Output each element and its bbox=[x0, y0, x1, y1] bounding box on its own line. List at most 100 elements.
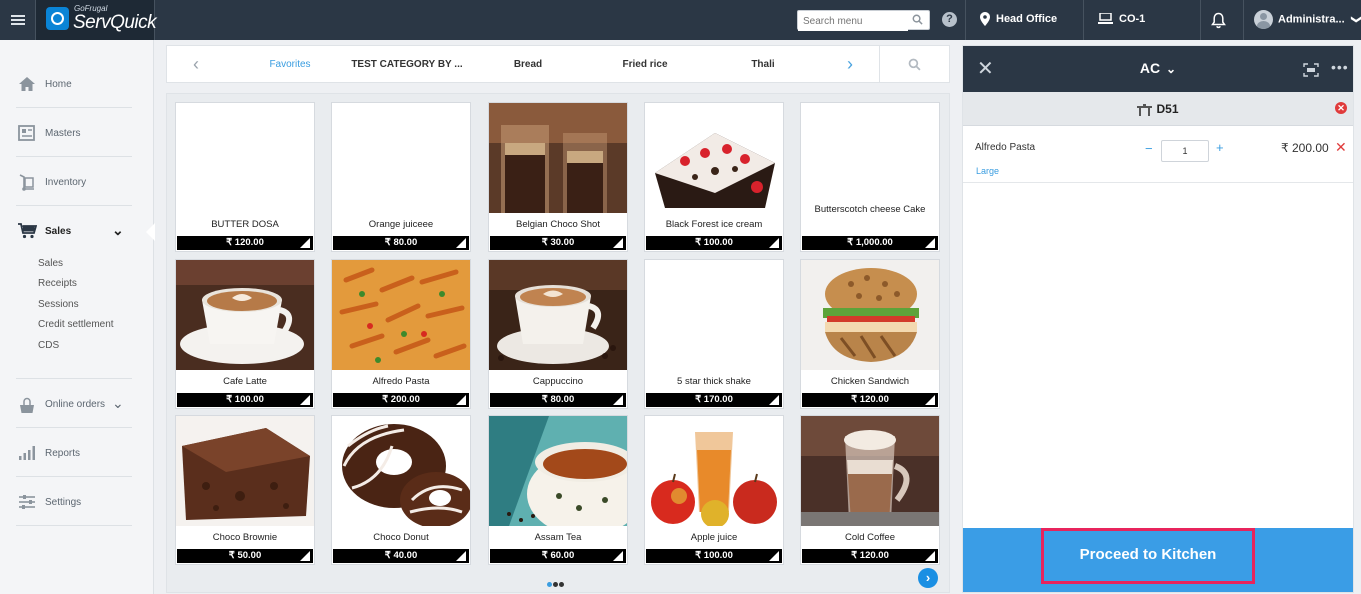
product-image bbox=[332, 416, 470, 526]
category-bar: ‹ Favorites TEST CATEGORY BY ... Bread F… bbox=[166, 45, 950, 83]
sidebar-subitem-sessions[interactable]: Sessions bbox=[38, 299, 79, 310]
product-image bbox=[801, 260, 939, 370]
chevron-down-icon: ❯ bbox=[1350, 15, 1361, 25]
sidebar: Home Masters Inventory Sales ⌄ Sales Rec… bbox=[0, 40, 154, 594]
product-card[interactable]: Belgian Choco Shot ₹ 30.00 bbox=[488, 102, 628, 252]
sidebar-subitem-cds[interactable]: CDS bbox=[38, 340, 59, 351]
search-icon[interactable] bbox=[912, 14, 923, 25]
sidebar-item-settings[interactable]: Settings bbox=[16, 478, 132, 526]
remove-table-icon[interactable]: ✕ bbox=[1335, 102, 1347, 114]
sidebar-item-online-orders[interactable]: Online orders ⌄ bbox=[16, 380, 132, 428]
product-card[interactable]: Orange juiceee ₹ 80.00 bbox=[331, 102, 471, 252]
qty-increase-button[interactable]: + bbox=[1216, 140, 1224, 155]
product-price: ₹ 100.00 bbox=[646, 236, 782, 250]
sidebar-item-inventory[interactable]: Inventory bbox=[16, 158, 132, 206]
sidebar-subitem-sales[interactable]: Sales bbox=[38, 258, 63, 269]
menu-search[interactable] bbox=[797, 10, 930, 31]
sidebar-item-label: Sales bbox=[45, 226, 72, 237]
app-logo[interactable]: GoFrugal ServQuick bbox=[36, 0, 157, 40]
help-icon[interactable]: ? bbox=[942, 12, 957, 27]
order-panel-header: ✕ AC ⌄ ••• bbox=[963, 46, 1353, 92]
product-card[interactable]: Cafe Latte ₹ 100.00 bbox=[175, 259, 315, 409]
menu-toggle-button[interactable] bbox=[0, 0, 36, 40]
location-selector[interactable]: Head Office bbox=[980, 12, 1057, 26]
line-item-price: ₹ 200.00 bbox=[1281, 141, 1329, 155]
product-name: Butterscotch cheese Cake bbox=[814, 204, 926, 215]
product-card[interactable]: Choco Donut ₹ 40.00 bbox=[331, 415, 471, 565]
sidebar-subitem-receipts[interactable]: Receipts bbox=[38, 278, 77, 289]
grid-pagination[interactable] bbox=[547, 574, 565, 592]
product-card[interactable]: Black Forest ice cream ₹ 100.00 bbox=[644, 102, 784, 252]
product-card[interactable]: Chicken Sandwich ₹ 120.00 bbox=[800, 259, 940, 409]
product-card[interactable]: 5 star thick shake ₹ 170.00 bbox=[644, 259, 784, 409]
sidebar-item-masters[interactable]: Masters bbox=[16, 109, 132, 157]
proceed-to-kitchen-button[interactable]: Proceed to Kitchen bbox=[1041, 528, 1255, 584]
product-image bbox=[332, 260, 470, 370]
menu-search-input[interactable] bbox=[798, 12, 908, 31]
category-prev-button[interactable]: ‹ bbox=[193, 54, 199, 75]
product-price: ₹ 170.00 bbox=[646, 393, 782, 407]
sidebar-item-label: Home bbox=[45, 79, 72, 90]
location-label: Head Office bbox=[996, 12, 1058, 25]
table-label: D51 bbox=[963, 102, 1353, 116]
page-dot[interactable] bbox=[553, 582, 558, 587]
product-card[interactable]: Cappuccino ₹ 80.00 bbox=[488, 259, 628, 409]
counter-selector[interactable]: CO-1 bbox=[1098, 12, 1145, 25]
product-name: Alfredo Pasta bbox=[372, 376, 430, 387]
quantity-stepper[interactable] bbox=[1161, 140, 1209, 162]
product-price: ₹ 80.00 bbox=[333, 236, 469, 250]
product-price: ₹ 120.00 bbox=[177, 236, 313, 250]
product-card[interactable]: Assam Tea ₹ 60.00 bbox=[488, 415, 628, 565]
product-image bbox=[489, 103, 627, 213]
tab-fried-rice[interactable]: Fried rice bbox=[605, 59, 685, 70]
sidebar-item-sales[interactable]: Sales ⌄ bbox=[16, 207, 132, 255]
notification-bell-icon[interactable] bbox=[1211, 12, 1226, 29]
scan-icon[interactable] bbox=[1303, 63, 1319, 77]
product-price: ₹ 120.00 bbox=[802, 549, 938, 563]
product-name: Orange juiceee bbox=[368, 219, 434, 230]
tab-favorites[interactable]: Favorites bbox=[250, 59, 330, 70]
section-selector[interactable]: AC ⌄ bbox=[963, 60, 1353, 76]
cart-icon bbox=[18, 223, 37, 239]
sidebar-item-label: Inventory bbox=[45, 177, 87, 188]
product-name: Cafe Latte bbox=[223, 376, 267, 387]
page-dot[interactable] bbox=[559, 582, 564, 587]
sidebar-item-reports[interactable]: Reports bbox=[16, 429, 132, 477]
category-search-button[interactable] bbox=[879, 46, 949, 82]
product-card[interactable]: BUTTER DOSA ₹ 120.00 bbox=[175, 102, 315, 252]
product-card[interactable]: Apple juice ₹ 100.00 bbox=[644, 415, 784, 565]
tab-test-category[interactable]: TEST CATEGORY BY ... bbox=[347, 59, 467, 70]
qty-decrease-button[interactable]: − bbox=[1145, 141, 1153, 156]
product-price: ₹ 80.00 bbox=[490, 393, 626, 407]
tab-bread[interactable]: Bread bbox=[488, 59, 568, 70]
line-item-variant[interactable]: Large bbox=[976, 166, 999, 176]
page-dot[interactable] bbox=[547, 582, 552, 587]
product-card[interactable]: Choco Brownie ₹ 50.00 bbox=[175, 415, 315, 565]
product-card[interactable]: Alfredo Pasta ₹ 200.00 bbox=[331, 259, 471, 409]
product-name: Assam Tea bbox=[534, 532, 582, 543]
product-card[interactable]: Butterscotch cheese Cake ₹ 1,000.00 bbox=[800, 102, 940, 252]
product-price: ₹ 50.00 bbox=[177, 549, 313, 563]
counter-icon bbox=[1098, 12, 1113, 25]
sidebar-item-label: Settings bbox=[45, 497, 82, 508]
product-image bbox=[489, 416, 627, 526]
product-card[interactable]: Cold Coffee ₹ 120.00 bbox=[800, 415, 940, 565]
sidebar-item-label: Reports bbox=[45, 448, 81, 459]
product-image bbox=[176, 416, 314, 526]
more-options-icon[interactable]: ••• bbox=[1331, 59, 1349, 75]
product-name: Choco Donut bbox=[373, 532, 429, 543]
category-next-button[interactable]: › bbox=[847, 54, 853, 75]
product-name: Cappuccino bbox=[532, 376, 584, 387]
settings-icon bbox=[19, 495, 35, 509]
user-menu[interactable]: Administra... ❯ bbox=[1254, 10, 1361, 29]
sidebar-item-home[interactable]: Home bbox=[16, 60, 132, 108]
sidebar-subitem-credit-settlement[interactable]: Credit settlement bbox=[38, 319, 114, 330]
remove-item-icon[interactable]: ✕ bbox=[1335, 139, 1347, 156]
order-panel: ✕ AC ⌄ ••• D51 ✕ Alfredo Pasta Large − +… bbox=[962, 45, 1354, 593]
product-image bbox=[176, 260, 314, 370]
grid-next-page-button[interactable]: › bbox=[918, 568, 938, 588]
inventory-icon bbox=[19, 174, 34, 191]
logo-title: ServQuick bbox=[73, 12, 157, 33]
active-indicator bbox=[146, 223, 155, 241]
tab-thali[interactable]: Thali bbox=[723, 59, 803, 70]
